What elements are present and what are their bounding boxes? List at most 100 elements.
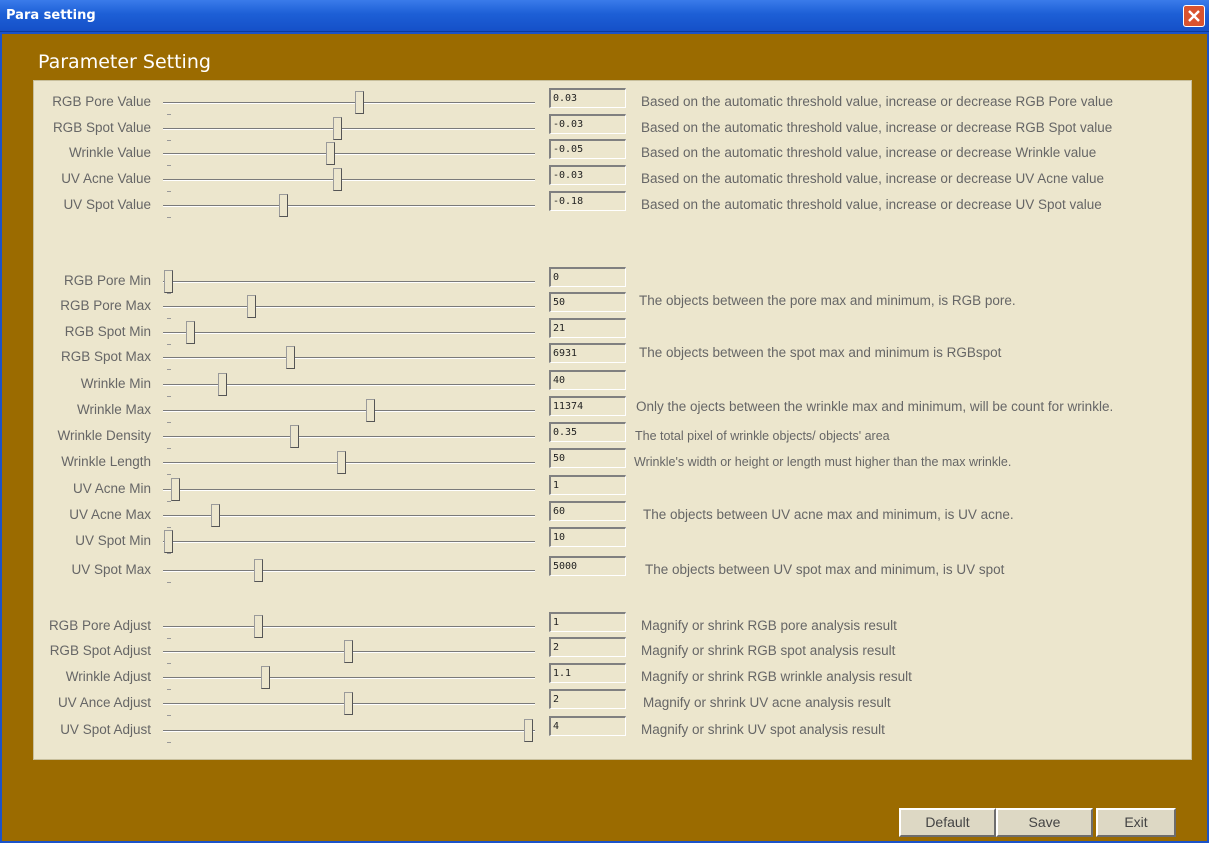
slider-tick [167,663,171,664]
slider-tick [167,553,171,554]
value-field[interactable]: 21 [549,318,626,338]
slider-thumb[interactable] [366,399,375,422]
param-description: The objects between UV spot max and mini… [645,562,1005,577]
slider-track[interactable] [163,153,535,155]
value-field[interactable]: 60 [549,501,626,521]
pore-pair-description: The objects between the pore max and min… [639,293,1016,308]
slider-thumb[interactable] [333,117,342,140]
slider-track[interactable] [163,436,535,438]
slider-track[interactable] [163,332,535,334]
slider-track[interactable] [163,357,535,359]
value-field[interactable]: 11374 [549,396,626,416]
slider-thumb[interactable] [164,530,173,553]
slider-thumb[interactable] [344,692,353,715]
slider-thumb[interactable] [524,719,533,742]
value-field[interactable]: -0.03 [549,114,626,134]
param-label: RGB Pore Min [63,273,151,288]
slider-thumb[interactable] [355,91,364,114]
param-label: Wrinkle Max [76,402,151,417]
param-description: Based on the automatic threshold value, … [641,197,1102,212]
slider-thumb[interactable] [218,373,227,396]
value-field[interactable]: 2 [549,689,626,709]
value-field[interactable]: -0.05 [549,139,626,159]
slider-track[interactable] [163,489,535,491]
slider-thumb[interactable] [326,142,335,165]
param-label: UV Spot Adjust [60,722,151,737]
value-field[interactable]: 4 [549,716,626,736]
param-description: Magnify or shrink RGB spot analysis resu… [641,643,896,658]
slider-tick [167,344,171,345]
value-field[interactable]: 1 [549,475,626,495]
slider-thumb[interactable] [254,615,263,638]
param-description: The total pixel of wrinkle objects/ obje… [635,429,890,443]
slider-track[interactable] [163,462,535,464]
slider-thumb[interactable] [344,640,353,663]
panel-title: Parameter Setting [38,51,211,73]
slider-thumb[interactable] [337,451,346,474]
slider-thumb[interactable] [279,194,288,217]
title-bar: Para setting [0,0,1209,32]
slider-track[interactable] [163,626,535,628]
value-field[interactable]: 6931 [549,343,626,363]
slider-tick [167,191,171,192]
value-field[interactable]: 50 [549,448,626,468]
param-label: UV Acne Min [72,481,151,496]
slider-thumb[interactable] [164,270,173,293]
slider-thumb[interactable] [286,346,295,369]
value-field[interactable]: 5000 [549,556,626,576]
value-field[interactable]: 0.35 [549,422,626,442]
param-label: Wrinkle Density [57,428,151,443]
slider-track[interactable] [163,541,535,543]
slider-tick [167,217,171,218]
slider-thumb[interactable] [186,321,195,344]
slider-track[interactable] [163,677,535,679]
spot-pair-description: The objects between the spot max and min… [639,345,1002,360]
slider-track[interactable] [163,205,535,207]
slider-track[interactable] [163,128,535,130]
slider-thumb[interactable] [211,504,220,527]
close-icon [1188,10,1200,22]
slider-thumb[interactable] [333,168,342,191]
slider-track[interactable] [163,179,535,181]
param-description: Based on the automatic threshold value, … [641,120,1113,135]
param-description: Magnify or shrink RGB pore analysis resu… [641,618,897,633]
slider-thumb[interactable] [261,666,270,689]
param-label: Wrinkle Min [80,376,151,391]
value-field[interactable]: 40 [549,370,626,390]
value-field[interactable]: 0.03 [549,88,626,108]
param-label: RGB Pore Adjust [48,618,151,633]
close-button[interactable] [1183,5,1205,27]
slider-tick [167,165,171,166]
slider-tick [167,396,171,397]
slider-track[interactable] [163,306,535,308]
slider-thumb[interactable] [171,478,180,501]
value-field[interactable]: 10 [549,527,626,547]
param-label: RGB Spot Value [52,120,151,135]
slider-tick [167,742,171,743]
slider-thumb[interactable] [247,295,256,318]
exit-button[interactable]: Exit [1096,808,1176,837]
slider-track[interactable] [163,730,535,732]
slider-thumb[interactable] [290,425,299,448]
save-button[interactable]: Save [996,808,1093,837]
value-field[interactable]: -0.18 [549,191,626,211]
slider-thumb[interactable] [254,559,263,582]
value-field[interactable]: 1.1 [549,663,626,683]
param-label: Wrinkle Length [61,454,151,469]
param-label: UV Spot Value [63,197,151,212]
value-field[interactable]: 2 [549,637,626,657]
value-field[interactable]: 50 [549,292,626,312]
slider-tick [167,369,171,370]
slider-track[interactable] [163,410,535,412]
param-label: UV Acne Value [61,171,151,186]
value-field[interactable]: 0 [549,267,626,287]
slider-tick [167,638,171,639]
value-field[interactable]: 1 [549,612,626,632]
slider-track[interactable] [163,281,535,283]
value-field[interactable]: -0.03 [549,165,626,185]
default-button[interactable]: Default [899,808,996,837]
slider-track[interactable] [163,102,535,104]
param-label: UV Acne Max [69,507,151,522]
slider-track[interactable] [163,570,535,572]
param-label: Wrinkle Value [68,145,151,160]
